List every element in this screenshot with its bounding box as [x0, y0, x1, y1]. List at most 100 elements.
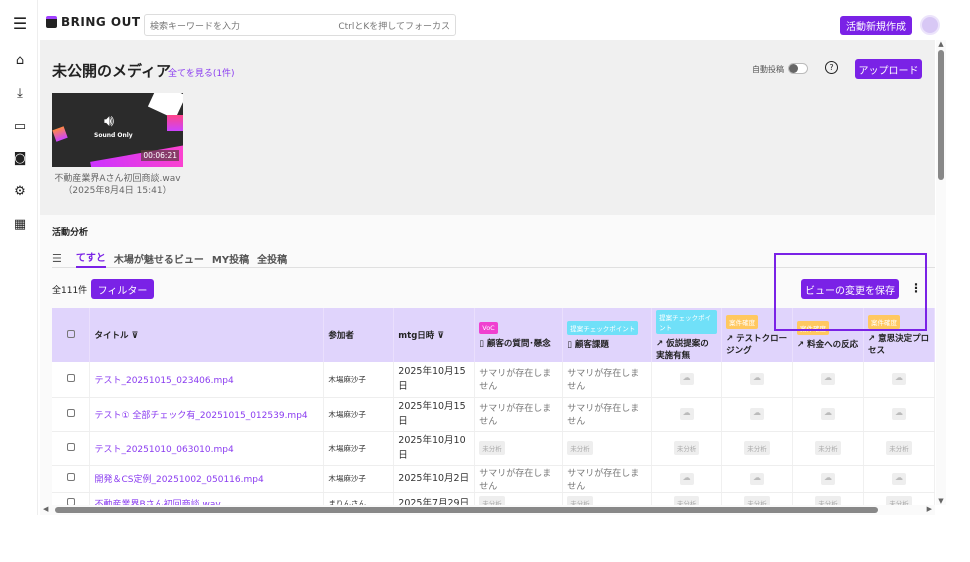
help-icon[interactable]: ?: [825, 61, 838, 74]
checkpoint-cell: ☁: [721, 397, 794, 432]
select-all-checkbox[interactable]: [66, 329, 75, 338]
unanalyzed-badge: 未分析: [479, 441, 505, 455]
media-date: （2025年8月4日 15:41）: [63, 186, 172, 196]
title-link[interactable]: テスト_20251010_063010.mp4: [89, 431, 325, 466]
clipboard-icon: ▯: [567, 339, 575, 350]
building-icon[interactable]: ▦: [12, 217, 28, 233]
trend-icon: ↗: [726, 333, 737, 344]
tab-tesuto[interactable]: てすと: [75, 249, 106, 268]
checkpoint-cell: ☁: [792, 397, 864, 432]
checkpoint-cell: 未分析: [863, 431, 936, 466]
new-activity-button[interactable]: 活動新規作成: [840, 16, 912, 35]
total-count: 全111件: [52, 286, 88, 296]
column-tag: 案件確度: [726, 314, 759, 329]
clipboard-icon: ▯: [479, 338, 487, 349]
column-label: 参加者: [328, 331, 354, 341]
highlight-box: [774, 253, 927, 331]
cloud-icon: ☁: [679, 373, 694, 386]
checkpoint-cell: ☁: [863, 362, 936, 398]
media-thumbnail[interactable]: 🔊︎ Sound Only 00:06:21: [52, 93, 183, 167]
title-link[interactable]: テスト_20251015_023406.mp4: [89, 362, 325, 398]
gear-icon[interactable]: ⚙: [12, 184, 28, 200]
speaker-icon: 🔊︎: [104, 111, 115, 130]
unanalyzed-badge: 未分析: [673, 441, 700, 455]
column-label: タイトル: [94, 331, 129, 341]
tab-all-posts[interactable]: 全投稿: [257, 251, 287, 266]
checkpoint-cell: 未分析: [721, 431, 794, 466]
column-header[interactable]: 提案チェックポイント ↗ 仮説提案の実施有無: [651, 308, 723, 362]
video-icon[interactable]: ▭: [12, 119, 28, 135]
mtg-date: 2025年10月10日: [393, 431, 476, 466]
horizontal-scrollbar[interactable]: ◀ ▶: [40, 505, 935, 515]
unanalyzed-badge: 未分析: [567, 441, 593, 455]
logo[interactable]: BRING OUT: [46, 15, 141, 29]
contact-icon[interactable]: ◙: [12, 151, 28, 167]
home-icon[interactable]: ⌂: [12, 53, 28, 69]
logo-icon: [46, 16, 57, 28]
checkpoint-cell: ☁: [651, 397, 723, 432]
unanalyzed-badge: 未分析: [744, 441, 770, 455]
summary-cell: サマリが存在しません: [474, 397, 564, 432]
auto-post-toggle[interactable]: [788, 63, 808, 74]
column-tag: 提案チェックポイント: [656, 309, 718, 334]
top-bar: BRING OUT 検索キーワードを入力 CtrlとKを押してフォーカス 活動新規…: [38, 0, 946, 40]
upload-button[interactable]: アップロード: [855, 59, 922, 79]
table-row[interactable]: 開発＆CS定例_20251002_050116.mp4 木場麻沙子 2025年1…: [52, 465, 936, 493]
sound-only-label: Sound Only: [94, 132, 133, 139]
cloud-icon: ☁: [821, 373, 835, 386]
summary-cell: サマリが存在しません: [562, 397, 653, 432]
checkpoint-cell: 未分析: [792, 431, 864, 466]
tab-my-posts[interactable]: MY投稿: [212, 251, 249, 266]
sidebar: ☰ ⌂ ⤓ ▭ ◙ ⚙ ▦: [0, 0, 38, 515]
row-checkbox[interactable]: [66, 408, 75, 417]
checkpoint-cell: ☁: [863, 397, 936, 432]
column-header[interactable]: タイトル ⊽: [89, 308, 325, 362]
row-checkbox[interactable]: [66, 473, 75, 481]
column-label: mtg日時: [398, 331, 435, 341]
search-input[interactable]: 検索キーワードを入力 CtrlとKを押してフォーカス: [144, 14, 456, 36]
menu-icon[interactable]: ☰: [12, 16, 28, 32]
column-header[interactable]: 参加者: [323, 308, 395, 362]
cloud-icon: ☁: [750, 472, 765, 485]
participant: 木場麻沙子: [323, 431, 395, 466]
filter-icon[interactable]: ⊽: [131, 331, 138, 341]
table-row[interactable]: テスト_20251015_023406.mp4 木場麻沙子 2025年10月15…: [52, 362, 936, 398]
table-row[interactable]: テスト_20251010_063010.mp4 木場麻沙子 2025年10月10…: [52, 431, 936, 466]
trend-icon: ↗: [797, 339, 808, 350]
unpublished-media-section: 未公開のメディア 全てを見る(1件) 自動投稿 ? アップロード 🔊︎ Soun…: [40, 40, 935, 215]
cloud-icon: ☁: [679, 408, 694, 420]
duration-badge: 00:06:21: [141, 150, 179, 161]
row-checkbox[interactable]: [66, 442, 75, 451]
row-checkbox[interactable]: [66, 373, 75, 382]
checkpoint-cell: ☁: [721, 465, 794, 493]
avatar[interactable]: [920, 15, 940, 35]
title-link[interactable]: テスト① 全部チェック有_20251015_012539.mp4: [89, 397, 325, 432]
title-link[interactable]: 開発＆CS定例_20251002_050116.mp4: [89, 465, 325, 493]
mtg-date: 2025年10月2日: [393, 465, 476, 493]
participant: 木場麻沙子: [323, 362, 395, 398]
table-row[interactable]: テスト① 全部チェック有_20251015_012539.mp4 木場麻沙子 2…: [52, 397, 936, 432]
checkpoint-cell: ☁: [651, 362, 723, 398]
column-header[interactable]: 提案チェックポイント ▯ 顧客課題: [562, 308, 653, 362]
download-icon[interactable]: ⤓: [12, 86, 28, 102]
tabs-menu-icon[interactable]: ☰: [52, 252, 62, 265]
tab-kiba-view[interactable]: 木場が魅せるビュー: [114, 251, 204, 266]
summary-cell: サマリが存在しません: [562, 465, 653, 493]
column-tag: VoC: [479, 321, 498, 334]
unanalyzed-badge: 未分析: [815, 441, 841, 455]
filter-icon[interactable]: ⊽: [437, 331, 444, 341]
cloud-icon: ☁: [821, 472, 835, 485]
unanalyzed-badge: 未分析: [886, 441, 912, 455]
mtg-date: 2025年10月15日: [393, 362, 476, 398]
column-tag: 提案チェックポイント: [567, 320, 639, 335]
summary-cell: 未分析: [474, 431, 564, 466]
column-header[interactable]: mtg日時 ⊽: [393, 308, 476, 362]
view-all-link[interactable]: 全てを見る(1件): [168, 66, 235, 79]
section-title: 活動分析: [52, 228, 89, 238]
column-header[interactable]: VoC ▯ 顧客の質問･懸念: [474, 308, 564, 362]
cloud-icon: ☁: [891, 373, 906, 386]
summary-cell: サマリが存在しません: [474, 465, 564, 493]
vertical-scrollbar[interactable]: ▲ ▼: [936, 40, 946, 505]
filter-button[interactable]: フィルター: [91, 279, 154, 299]
auto-post-label: 自動投稿: [752, 65, 784, 74]
